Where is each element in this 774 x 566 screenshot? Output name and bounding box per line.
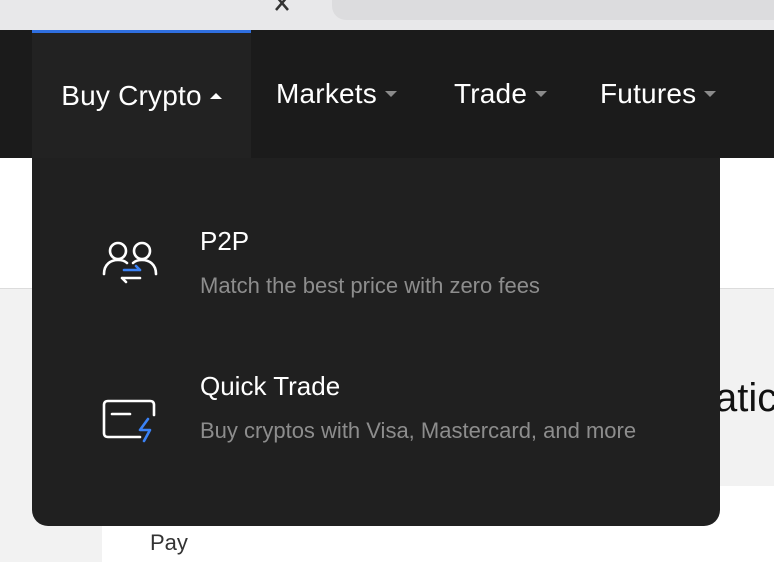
card-lightning-icon bbox=[102, 399, 156, 443]
menu-item-description: Match the best price with zero fees bbox=[200, 273, 540, 298]
nav-item-label: Trade bbox=[454, 78, 528, 109]
nav-item-futures[interactable]: Futures bbox=[600, 30, 717, 158]
top-nav: Buy Crypto Markets Trade Futures bbox=[0, 30, 774, 158]
nav-item-markets[interactable]: Markets bbox=[276, 30, 397, 158]
nav-item-label: Futures bbox=[600, 78, 697, 109]
browser-chrome bbox=[0, 0, 774, 30]
nav-item-buy-crypto[interactable]: Buy Crypto bbox=[32, 30, 251, 158]
address-bar[interactable] bbox=[332, 0, 774, 20]
page-headline: atic bbox=[715, 376, 774, 420]
caret-down-icon bbox=[535, 91, 548, 97]
nav-item-trade[interactable]: Trade bbox=[454, 30, 548, 158]
menu-item-title: Quick Trade bbox=[200, 371, 341, 401]
pay-label: Pay bbox=[150, 530, 188, 555]
buy-crypto-dropdown: P2P Match the best price with zero fees … bbox=[32, 158, 720, 526]
menu-item-p2p[interactable]: P2P Match the best price with zero fees bbox=[32, 218, 720, 338]
menu-item-title: P2P bbox=[200, 226, 250, 256]
caret-down-icon bbox=[704, 91, 717, 97]
caret-up-icon bbox=[209, 92, 222, 99]
nav-item-label: Markets bbox=[276, 78, 377, 109]
caret-down-icon bbox=[384, 91, 397, 97]
menu-item-description: Buy cryptos with Visa, Mastercard, and m… bbox=[200, 418, 637, 443]
menu-item-quick-trade[interactable]: Quick Trade Buy cryptos with Visa, Maste… bbox=[32, 363, 720, 493]
nav-item-label: Buy Crypto bbox=[61, 79, 202, 111]
tab-close-icon[interactable] bbox=[272, 0, 300, 16]
p2p-users-icon bbox=[102, 241, 158, 284]
